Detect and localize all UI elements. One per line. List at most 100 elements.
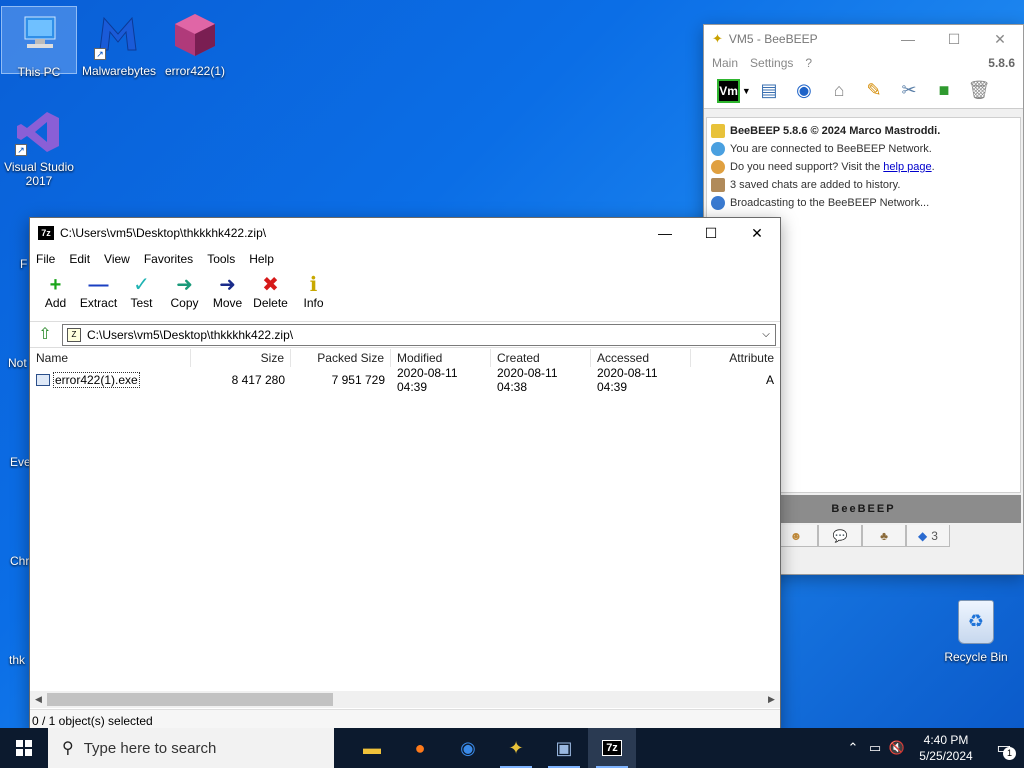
system-tray: ⌃ ▭ 🔇 4:40 PM 5/25/2024 ▭ 1 bbox=[842, 728, 1024, 768]
info-icon: ℹ bbox=[309, 274, 318, 296]
sevenzip-title-bar[interactable]: 7z C:\Users\vm5\Desktop\thkkkhk422.zip\ … bbox=[30, 218, 780, 248]
notification-badge: 1 bbox=[1003, 747, 1016, 760]
col-packed-size[interactable]: Packed Size bbox=[291, 349, 391, 367]
volume-muted-icon[interactable]: 🔇 bbox=[886, 740, 908, 756]
firefox-icon: ● bbox=[414, 737, 426, 758]
desktop-icon-label: Visual Studio 2017 bbox=[4, 160, 74, 188]
close-button[interactable]: ✕ bbox=[977, 31, 1023, 48]
col-created[interactable]: Created bbox=[491, 349, 591, 367]
trash-icon: 🗑 bbox=[967, 80, 991, 100]
copy-button[interactable]: ➜ Copy bbox=[163, 270, 206, 320]
status-vm-button[interactable]: Vm ▼ bbox=[717, 77, 751, 105]
desktop-icon-label: Recycle Bin bbox=[944, 650, 1008, 664]
menu-favorites[interactable]: Favorites bbox=[144, 252, 193, 266]
menu-view[interactable]: View bbox=[104, 252, 130, 266]
file-packed-size: 7 951 729 bbox=[331, 373, 385, 387]
scroll-left-icon[interactable]: ◀ bbox=[30, 694, 47, 705]
menu-file[interactable]: File bbox=[36, 252, 55, 266]
clock[interactable]: 4:40 PM 5/25/2024 bbox=[908, 732, 984, 764]
address-text: C:\Users\vm5\Desktop\thkkkhk422.zip\ bbox=[87, 327, 294, 342]
maximize-button[interactable]: ☐ bbox=[688, 218, 734, 248]
network-button[interactable]: ◉ bbox=[788, 77, 820, 105]
desktop-partial-label: thk bbox=[9, 653, 26, 667]
bee-icon: ✦ bbox=[712, 31, 723, 46]
scroll-thumb[interactable] bbox=[47, 693, 333, 706]
notification-center-button[interactable]: ▭ 1 bbox=[984, 728, 1024, 768]
table-row[interactable]: error422(1).exe 8 417 280 7 951 729 2020… bbox=[30, 366, 780, 394]
col-modified[interactable]: Modified bbox=[391, 349, 491, 367]
dock-tab-saved[interactable]: ◆ 3 bbox=[906, 525, 950, 547]
taskbar-search[interactable]: ⚲ Type here to search bbox=[48, 728, 334, 768]
folder-up-icon[interactable]: ⇧ bbox=[34, 325, 56, 345]
file-name-cell: error422(1).exe bbox=[30, 372, 191, 388]
chat-support-prefix: Do you need support? Visit the bbox=[730, 161, 881, 173]
desktop-partial-label: Not bbox=[8, 356, 27, 370]
horizontal-scrollbar[interactable]: ◀ ▶ bbox=[30, 691, 780, 708]
search-placeholder: Type here to search bbox=[83, 739, 217, 757]
menu-edit[interactable]: Edit bbox=[69, 252, 90, 266]
help-page-link[interactable]: help page bbox=[883, 161, 931, 173]
desktop-icon-malwarebytes[interactable]: ↗ Malwarebytes bbox=[80, 6, 156, 80]
close-button[interactable]: ✕ bbox=[734, 218, 780, 248]
taskbar-7zip[interactable]: 7z bbox=[588, 728, 636, 768]
gift-button[interactable]: ■ bbox=[928, 77, 960, 105]
test-button[interactable]: ✓ Test bbox=[120, 270, 163, 320]
menu-help[interactable]: Help bbox=[249, 252, 274, 266]
tool-label: Move bbox=[212, 296, 243, 310]
minimize-button[interactable]: — bbox=[885, 31, 931, 47]
start-button[interactable] bbox=[0, 728, 48, 768]
desktop-icon-visual-studio[interactable]: ↗ Visual Studio 2017 bbox=[1, 102, 77, 190]
menu-help[interactable]: ? bbox=[805, 56, 812, 70]
tools-button[interactable]: ✂ bbox=[893, 77, 925, 105]
network-icon[interactable]: ▭ bbox=[864, 740, 886, 756]
chat-history-text: 3 saved chats are added to history. bbox=[730, 179, 901, 191]
extract-button[interactable]: — Extract bbox=[77, 270, 120, 320]
desktop-icon-recycle-bin[interactable]: Recycle Bin bbox=[938, 600, 1014, 664]
chat-line-header: BeeBEEP 5.8.6 © 2024 Marco Mastroddi. bbox=[711, 122, 1016, 140]
desktop-icon-this-pc[interactable]: This PC bbox=[1, 6, 77, 79]
arrow-right-icon: ➜ bbox=[176, 274, 193, 296]
taskbar-beebeep[interactable]: ✦ bbox=[492, 728, 540, 768]
version-badge: 5.8.6 bbox=[988, 56, 1015, 70]
beebeep-title: VM5 - BeeBEEP bbox=[728, 32, 818, 46]
scroll-right-icon[interactable]: ▶ bbox=[763, 694, 780, 705]
menu-settings[interactable]: Settings bbox=[750, 56, 793, 70]
taskbar-network-tool[interactable]: ▣ bbox=[540, 728, 588, 768]
selection-status: 0 / 1 object(s) selected bbox=[32, 713, 153, 728]
add-button[interactable]: + Add bbox=[34, 270, 77, 320]
col-attributes[interactable]: Attribute bbox=[691, 349, 780, 367]
bee-logo-icon bbox=[711, 124, 725, 138]
home-button[interactable]: ⌂ bbox=[823, 77, 855, 105]
tool-label: Extract bbox=[79, 296, 118, 310]
write-button[interactable]: ✎ bbox=[858, 77, 890, 105]
scroll-track[interactable] bbox=[47, 693, 763, 706]
chat-line-support: Do you need support? Visit the help page… bbox=[711, 158, 1016, 176]
connected-icon bbox=[711, 142, 725, 156]
chevron-up-icon[interactable]: ⌃ bbox=[842, 740, 864, 756]
address-input[interactable]: Z C:\Users\vm5\Desktop\thkkkhk422.zip\ ⌵ bbox=[62, 323, 776, 346]
info-button[interactable]: ℹ Info bbox=[292, 270, 335, 320]
dock-tab-groups[interactable]: ♣ bbox=[862, 525, 906, 547]
delete-button[interactable]: ✖ Delete bbox=[249, 270, 292, 320]
col-accessed[interactable]: Accessed bbox=[591, 349, 691, 367]
checkmark-icon: ✓ bbox=[133, 274, 150, 296]
col-size[interactable]: Size bbox=[191, 349, 291, 367]
menu-main[interactable]: Main bbox=[712, 56, 738, 70]
dock-tab-chat[interactable]: 💬 bbox=[818, 525, 862, 547]
taskbar-firefox[interactable]: ● bbox=[396, 728, 444, 768]
menu-tools[interactable]: Tools bbox=[207, 252, 235, 266]
taskbar-file-explorer[interactable]: ▬ bbox=[348, 728, 396, 768]
file-created: 2020-08-11 04:38 bbox=[497, 366, 558, 394]
taskbar-chrome[interactable]: ◉ bbox=[444, 728, 492, 768]
desktop-icon-error422[interactable]: error422(1) bbox=[157, 6, 233, 80]
chevron-down-icon[interactable]: ⌵ bbox=[757, 329, 775, 340]
col-name[interactable]: Name bbox=[30, 349, 191, 367]
bin-button[interactable]: 🗑 bbox=[963, 77, 995, 105]
maximize-button[interactable]: ☐ bbox=[931, 31, 977, 48]
sevenzip-window[interactable]: 7z C:\Users\vm5\Desktop\thkkkhk422.zip\ … bbox=[29, 217, 781, 732]
minimize-button[interactable]: — bbox=[642, 218, 688, 248]
file-size: 8 417 280 bbox=[231, 373, 285, 387]
beebeep-title-bar[interactable]: ✦ VM5 - BeeBEEP — ☐ ✕ bbox=[704, 25, 1023, 53]
move-button[interactable]: ➜ Move bbox=[206, 270, 249, 320]
edit-profile-button[interactable]: ▤ bbox=[753, 77, 785, 105]
